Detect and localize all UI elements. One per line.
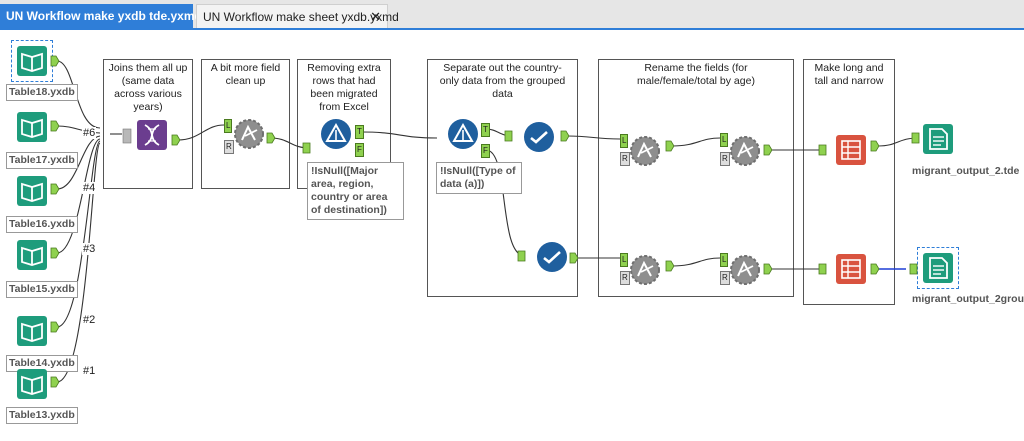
document-output-icon [923, 124, 953, 154]
output-anchor [50, 321, 60, 333]
tab-un-workflow-make-yxdb-tde[interactable]: UN Workflow make yxdb tde.yxmd* [0, 4, 207, 28]
right-input-anchor: R [620, 152, 630, 166]
input-label: Table15.yxdb [6, 281, 78, 298]
container-title: Make long and tall and narrow [814, 62, 884, 87]
select-tool-cleanup[interactable] [233, 118, 265, 150]
select-gear-icon [730, 136, 760, 166]
filter-triangle-icon [448, 119, 478, 149]
input-label: Table16.yxdb [6, 216, 78, 233]
sample-tool-grouped[interactable] [536, 241, 568, 273]
right-input-anchor: R [720, 152, 730, 166]
true-output-anchor: T [355, 125, 364, 139]
output-anchor [50, 247, 60, 259]
select-tool-rename-2[interactable] [729, 135, 761, 167]
filter-tool-separate[interactable] [447, 118, 479, 150]
false-output-anchor: F [481, 144, 490, 158]
input-tool-table17[interactable] [16, 111, 48, 143]
left-input-anchor: L [720, 133, 729, 147]
input-tool-table16[interactable] [16, 175, 48, 207]
connection-label: #2 [82, 314, 97, 326]
join-multiple-tool[interactable] [136, 119, 168, 151]
input-tool-table18[interactable] [11, 40, 53, 82]
select-gear-icon [630, 255, 660, 285]
document-output-icon [923, 253, 953, 283]
left-input-anchor: L [224, 119, 233, 133]
input-anchor [911, 132, 920, 144]
transpose-table-icon [836, 254, 866, 284]
true-output-anchor: T [481, 123, 490, 137]
document-tab-bar: UN Workflow make yxdb tde.yxmd* UN Workf… [0, 0, 1024, 30]
checkmark-circle-icon [537, 242, 567, 272]
connection-wire [56, 142, 101, 383]
connection-label: #3 [82, 243, 97, 255]
tab-label: UN Workflow make yxdb tde.yxmd* [6, 9, 207, 23]
filter-triangle-icon [321, 119, 351, 149]
filter-tool-remove-rows[interactable] [320, 118, 352, 150]
close-icon[interactable]: ✕ [370, 5, 381, 29]
false-output-anchor: F [355, 143, 364, 157]
dna-icon [137, 120, 167, 150]
filter-expression-annotation: !IsNull([Major area, region, country or … [307, 162, 404, 220]
select-gear-icon [730, 255, 760, 285]
output-anchor [50, 183, 60, 195]
container-title: Joins them all up (same data across vari… [108, 62, 188, 113]
input-tool-table14[interactable] [16, 315, 48, 347]
input-tool-table13[interactable] [16, 368, 48, 400]
right-input-anchor: R [224, 140, 234, 154]
tab-un-workflow-make-sheet-yxdb[interactable]: UN Workflow make sheet yxdb.yxmd ✕ [196, 4, 399, 29]
select-tool-rename-1[interactable] [629, 135, 661, 167]
connection-label: #4 [82, 182, 97, 194]
transpose-tool-1[interactable] [835, 134, 867, 166]
output-label: migrant_output_2.tde [912, 165, 1020, 178]
select-tool-rename-4[interactable] [729, 254, 761, 286]
transpose-table-icon [836, 135, 866, 165]
left-input-anchor: L [620, 134, 629, 148]
book-icon [17, 46, 47, 76]
input-tool-table15[interactable] [16, 239, 48, 271]
input-label: Table18.yxdb [6, 84, 78, 101]
checkmark-circle-icon [524, 122, 554, 152]
filter-expression-annotation: !IsNull([Type of data (a)]) [436, 162, 522, 194]
select-gear-icon [630, 136, 660, 166]
input-anchor [909, 263, 918, 275]
right-input-anchor: R [620, 271, 630, 285]
select-tool-rename-3[interactable] [629, 254, 661, 286]
book-icon [17, 316, 47, 346]
connection-label: #1 [82, 365, 97, 377]
output-tool-migrant-output-2groups[interactable] [917, 247, 959, 289]
book-icon [17, 176, 47, 206]
output-anchor [50, 55, 60, 67]
select-gear-icon [234, 119, 264, 149]
output-anchor [50, 376, 60, 388]
output-label: migrant_output_2groups.tde [912, 293, 1024, 306]
transpose-tool-2[interactable] [835, 253, 867, 285]
workflow-canvas[interactable]: Joins them all up (same data across vari… [0, 32, 1024, 441]
left-input-anchor: L [620, 253, 629, 267]
sample-tool-country[interactable] [523, 121, 555, 153]
input-label: Table13.yxdb [6, 407, 78, 424]
book-icon [17, 112, 47, 142]
container-title: Rename the fields (for male/female/total… [637, 62, 755, 87]
container-title: Separate out the country-only data from … [439, 62, 566, 100]
output-anchor [50, 120, 60, 132]
output-tool-migrant-output-2[interactable] [922, 123, 954, 155]
connection-label: #6 [82, 127, 97, 139]
left-input-anchor: L [720, 253, 729, 267]
input-label: Table17.yxdb [6, 152, 78, 169]
right-input-anchor: R [720, 271, 730, 285]
container-title: A bit more field clean up [210, 62, 281, 87]
book-icon [17, 369, 47, 399]
container-title: Removing extra rows that had been migrat… [307, 62, 381, 113]
book-icon [17, 240, 47, 270]
